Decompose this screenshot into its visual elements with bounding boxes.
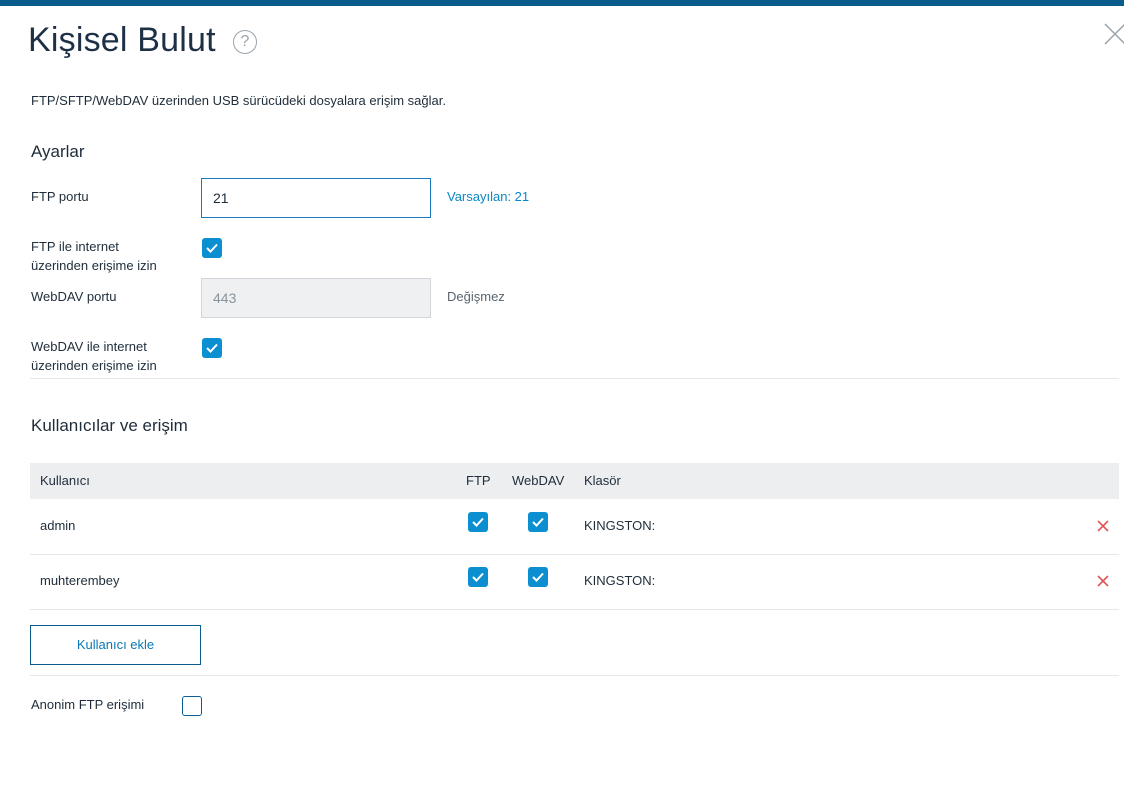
user-webdav-checkbox[interactable]: [528, 567, 548, 587]
settings-heading: Ayarlar: [31, 142, 85, 161]
ftp-port-input[interactable]: [201, 178, 431, 218]
ftp-port-default-hint: Varsayılan: 21: [447, 189, 530, 204]
help-icon[interactable]: ?: [233, 30, 257, 54]
close-icon[interactable]: [1103, 22, 1124, 46]
webdav-internet-checkbox[interactable]: [202, 338, 222, 358]
page-description: FTP/SFTP/WebDAV üzerinden USB sürücüdeki…: [31, 93, 446, 108]
ftp-internet-label: FTP ile internet üzerinden erişime izin: [31, 237, 157, 275]
column-header-user: Kullanıcı: [40, 473, 90, 488]
check-icon: [206, 343, 218, 353]
page-title: Kişisel Bulut: [28, 21, 216, 59]
users-table-header: Kullanıcı FTP WebDAV Klasör: [30, 463, 1119, 499]
check-icon: [472, 572, 484, 582]
column-header-webdav: WebDAV: [512, 473, 565, 488]
delete-user-icon[interactable]: [1097, 520, 1109, 532]
check-icon: [532, 572, 544, 582]
column-header-ftp: FTP: [466, 473, 491, 488]
user-name: admin: [40, 518, 76, 533]
delete-user-icon[interactable]: [1097, 575, 1109, 587]
check-icon: [206, 243, 218, 253]
users-heading: Kullanıcılar ve erişim: [31, 416, 188, 435]
user-ftp-checkbox[interactable]: [468, 567, 488, 587]
user-webdav-checkbox[interactable]: [528, 512, 548, 532]
webdav-port-label: WebDAV portu: [31, 289, 117, 304]
section-divider: [30, 378, 1119, 379]
row-divider: [30, 609, 1119, 610]
section-divider: [30, 675, 1119, 676]
top-accent-bar: [0, 0, 1124, 6]
webdav-internet-label-line1: WebDAV ile internet: [31, 339, 147, 354]
user-ftp-checkbox[interactable]: [468, 512, 488, 532]
user-folder: KINGSTON:: [584, 518, 656, 533]
ftp-internet-checkbox[interactable]: [202, 238, 222, 258]
add-user-button[interactable]: Kullanıcı ekle: [30, 625, 201, 665]
user-folder: KINGSTON:: [584, 573, 656, 588]
check-icon: [472, 517, 484, 527]
webdav-internet-label: WebDAV ile internet üzerinden erişime iz…: [31, 337, 157, 375]
webdav-port-fixed-hint: Değişmez: [447, 289, 505, 304]
row-divider: [30, 554, 1119, 555]
anonymous-ftp-checkbox[interactable]: [182, 696, 202, 716]
ftp-internet-label-line1: FTP ile internet: [31, 239, 119, 254]
webdav-port-input: [201, 278, 431, 318]
webdav-internet-label-line2: üzerinden erişime izin: [31, 358, 157, 373]
check-icon: [532, 517, 544, 527]
user-name: muhterembey: [40, 573, 120, 588]
anonymous-ftp-label: Anonim FTP erişimi: [31, 697, 145, 712]
ftp-internet-label-line2: üzerinden erişime izin: [31, 258, 157, 273]
column-header-folder: Klasör: [584, 473, 621, 488]
ftp-port-label: FTP portu: [31, 189, 89, 204]
